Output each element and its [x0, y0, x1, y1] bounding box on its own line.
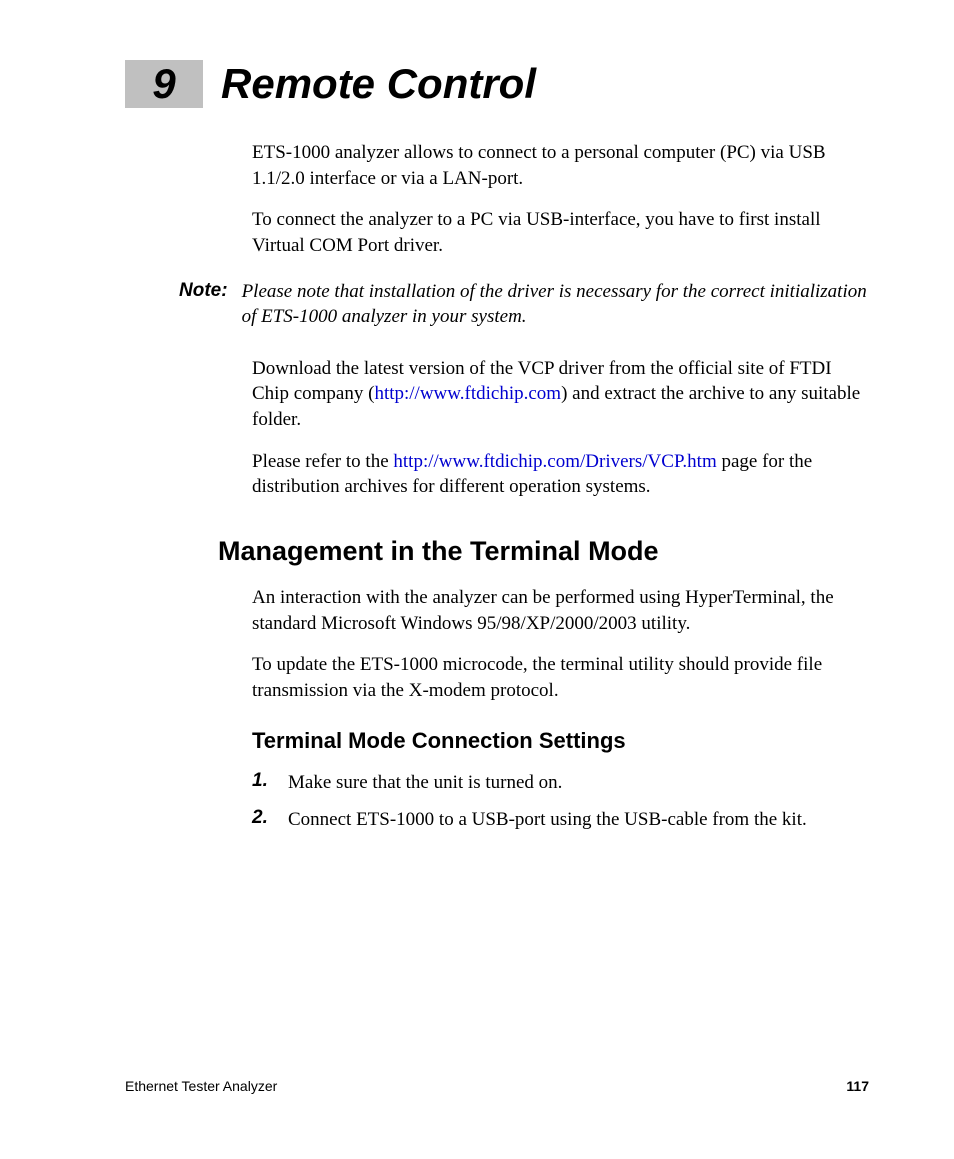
- chapter-number-box: 9: [125, 60, 203, 108]
- refer-paragraph: Please refer to the http://www.ftdichip.…: [252, 449, 869, 500]
- note-block: Note: Please note that installation of t…: [179, 279, 869, 330]
- refer-text-pre: Please refer to the: [252, 451, 393, 472]
- section-management-title: Management in the Terminal Mode: [218, 536, 869, 567]
- intro-paragraph-2: To connect the analyzer to a PC via USB-…: [252, 207, 869, 258]
- page-footer: Ethernet Tester Analyzer 117: [125, 1078, 869, 1094]
- list-item: 1. Make sure that the unit is turned on.: [252, 770, 869, 796]
- document-page: 9 Remote Control ETS-1000 analyzer allow…: [0, 0, 954, 1159]
- chapter-number: 9: [152, 60, 175, 108]
- step-number: 2.: [252, 807, 272, 829]
- chapter-title: Remote Control: [203, 60, 536, 108]
- chapter-heading: 9 Remote Control: [125, 60, 869, 108]
- ftdi-vcp-link[interactable]: http://www.ftdichip.com/Drivers/VCP.htm: [393, 451, 716, 472]
- section-management-body: An interaction with the analyzer can be …: [252, 585, 869, 704]
- footer-title: Ethernet Tester Analyzer: [125, 1078, 277, 1094]
- note-text: Please note that installation of the dri…: [242, 279, 869, 330]
- post-note-block: Download the latest version of the VCP d…: [252, 356, 869, 500]
- management-paragraph-1: An interaction with the analyzer can be …: [252, 585, 869, 636]
- footer-page-number: 117: [846, 1078, 869, 1094]
- section-connection-title: Terminal Mode Connection Settings: [252, 728, 869, 754]
- intro-block: ETS-1000 analyzer allows to connect to a…: [252, 140, 869, 259]
- note-label: Note:: [179, 279, 228, 302]
- step-text: Make sure that the unit is turned on.: [288, 770, 562, 796]
- step-text: Connect ETS-1000 to a USB-port using the…: [288, 807, 807, 833]
- ftdi-home-link[interactable]: http://www.ftdichip.com: [374, 383, 561, 404]
- download-paragraph: Download the latest version of the VCP d…: [252, 356, 869, 433]
- steps-list: 1. Make sure that the unit is turned on.…: [252, 770, 869, 833]
- list-item: 2. Connect ETS-1000 to a USB-port using …: [252, 807, 869, 833]
- intro-paragraph-1: ETS-1000 analyzer allows to connect to a…: [252, 140, 869, 191]
- management-paragraph-2: To update the ETS-1000 microcode, the te…: [252, 652, 869, 703]
- step-number: 1.: [252, 770, 272, 792]
